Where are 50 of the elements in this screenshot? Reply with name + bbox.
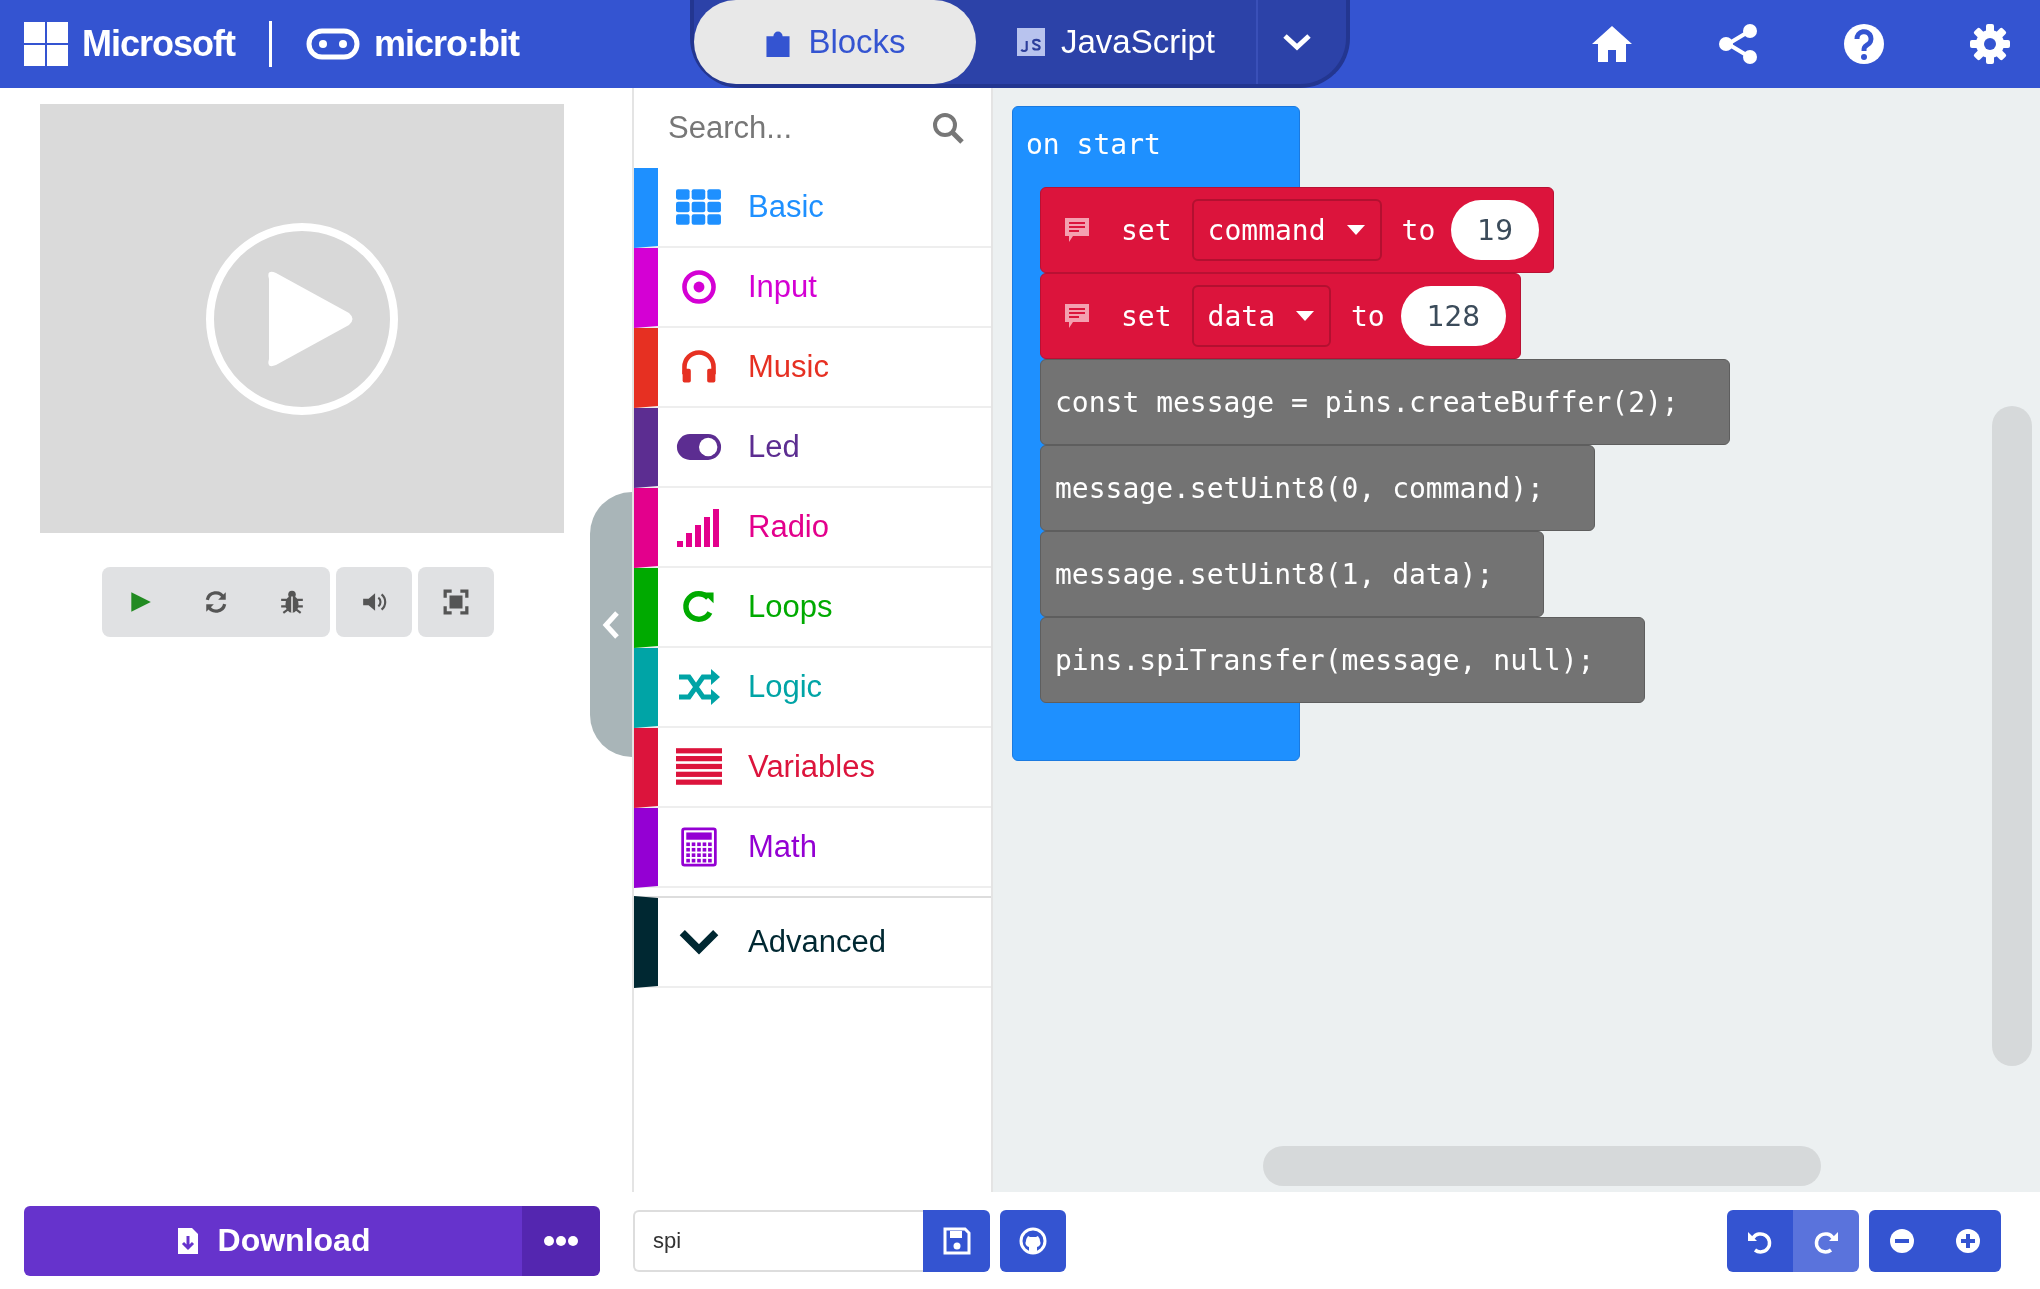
shuffle-icon: [676, 667, 722, 707]
download-button[interactable]: Download: [24, 1205, 522, 1276]
comment-icon[interactable]: [1063, 216, 1091, 244]
comment-icon[interactable]: [1063, 302, 1091, 330]
help-icon[interactable]: [1842, 22, 1886, 66]
code-block[interactable]: message.setUint8(0, command);: [1040, 445, 1595, 531]
chevron-left-icon: [602, 609, 620, 640]
editor-tab[interactable]: JavaScript: [976, 0, 1256, 84]
save-button[interactable]: [923, 1209, 990, 1272]
more-button[interactable]: [522, 1205, 600, 1276]
share-icon[interactable]: [1716, 22, 1760, 66]
download-file-icon: [175, 1225, 200, 1256]
editor-tab[interactable]: Blocks: [694, 0, 976, 84]
fullscreen-icon[interactable]: [443, 589, 469, 615]
project-name-field[interactable]: spi: [633, 1209, 923, 1272]
search-field[interactable]: Search...: [666, 109, 921, 147]
windows-logo-icon: [24, 22, 68, 66]
code-block[interactable]: pins.spiTransfer(message, null);: [1040, 617, 1646, 703]
caret-icon: [1345, 224, 1366, 236]
set-variable-block[interactable]: set data to 128: [1040, 273, 1522, 359]
caret-icon: [1295, 310, 1315, 322]
number-input[interactable]: 19: [1451, 200, 1539, 260]
variable-dropdown[interactable]: command: [1191, 199, 1382, 261]
search-icon[interactable]: [931, 111, 965, 145]
event-label: on start: [1026, 128, 1161, 161]
code-block[interactable]: const message = pins.createBuffer(2);: [1040, 359, 1730, 445]
zoom-in-button[interactable]: [1935, 1209, 2001, 1272]
set-variable-block[interactable]: set command to 19: [1040, 187, 1554, 273]
product-name: micro:bit: [374, 23, 519, 65]
github-button[interactable]: [1000, 1209, 1066, 1272]
sound-button[interactable]: [336, 567, 412, 637]
brand-name: Microsoft: [82, 23, 235, 65]
signal-icon: [676, 507, 722, 547]
zoom-out-button[interactable]: [1869, 1209, 1935, 1272]
lines-icon: [676, 747, 722, 787]
cat-icon: [1018, 1225, 1048, 1256]
fullscreen-button[interactable]: [418, 567, 494, 637]
number-input[interactable]: 128: [1400, 286, 1507, 346]
settings-icon[interactable]: [1968, 22, 2012, 66]
variable-dropdown[interactable]: data: [1191, 285, 1331, 347]
restart-icon[interactable]: [203, 589, 229, 615]
grid-icon: [676, 187, 722, 227]
undo-button[interactable]: [1727, 1209, 1793, 1272]
redo-button[interactable]: [1793, 1209, 1859, 1272]
chevron-down-icon: [1282, 32, 1312, 52]
js-file-icon: [1016, 27, 1045, 57]
bug-icon[interactable]: [279, 589, 305, 615]
code-block[interactable]: message.setUint8(1, data);: [1040, 531, 1545, 617]
ellipsis-icon: [543, 1234, 579, 1247]
microbit-logo-icon: [306, 28, 360, 60]
